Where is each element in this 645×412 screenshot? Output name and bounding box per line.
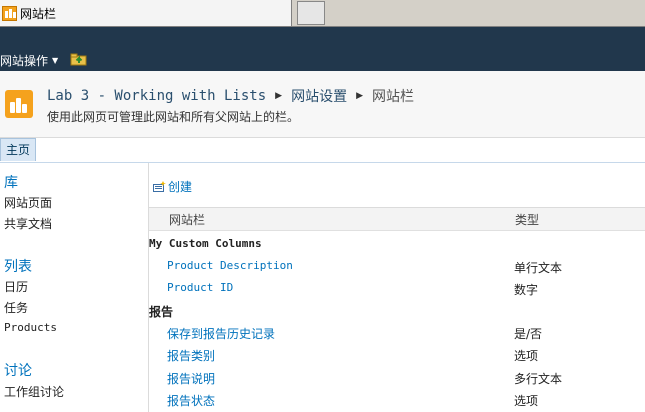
column-type: 选项 <box>514 394 539 408</box>
ql-item-team-discussion[interactable]: 工作组讨论 <box>4 383 64 400</box>
column-link[interactable]: Product ID <box>167 281 233 294</box>
column-type: 选项 <box>514 349 539 363</box>
column-link[interactable]: Product Description <box>167 259 293 272</box>
column-header-type[interactable]: 类型 <box>515 211 539 228</box>
breadcrumb-site-settings-link[interactable]: 网站设置 <box>291 86 347 106</box>
column-link[interactable]: 报告说明 <box>167 370 215 387</box>
group-header: My Custom Columns <box>149 237 262 250</box>
main-content: 创建 网站栏 类型 My Custom Columns Product Desc… <box>149 163 645 412</box>
column-header-site-column[interactable]: 网站栏 <box>169 211 205 228</box>
ql-heading-lists[interactable]: 列表 <box>4 256 32 276</box>
top-navigation: 主页 <box>0 138 645 163</box>
navigate-up-icon[interactable] <box>70 52 88 66</box>
caret-down-icon: ▼ <box>52 56 59 65</box>
table-row: Product Description 单行文本 <box>149 259 645 279</box>
column-type: 单行文本 <box>514 261 563 275</box>
create-label: 创建 <box>168 180 193 194</box>
table-row: 报告类别 选项 <box>149 347 645 367</box>
create-button[interactable]: 创建 <box>153 178 192 195</box>
ql-heading-discussions[interactable]: 讨论 <box>4 360 32 380</box>
group-header: 报告 <box>149 305 174 319</box>
ql-item-site-pages[interactable]: 网站页面 <box>4 194 52 211</box>
ql-item-shared-documents[interactable]: 共享文档 <box>4 215 52 232</box>
site-actions-label: 网站操作 <box>0 54 49 68</box>
page-description: 使用此网页可管理此网站和所有父网站上的栏。 <box>47 110 300 124</box>
browser-tab-title: 网站栏 <box>20 6 57 21</box>
column-type: 多行文本 <box>514 372 563 386</box>
column-link[interactable]: 报告状态 <box>167 392 215 409</box>
new-item-icon <box>153 181 166 192</box>
breadcrumb-current-page: 网站栏 <box>372 89 414 105</box>
new-tab-button[interactable] <box>297 1 325 25</box>
quick-launch: 库 网站页面 共享文档 列表 日历 任务 Products 讨论 工作组讨论 <box>0 163 149 412</box>
table-row: 保存到报告历史记录 是/否 <box>149 325 645 345</box>
column-link[interactable]: 报告类别 <box>167 347 215 364</box>
ql-item-calendar[interactable]: 日历 <box>4 278 28 295</box>
ql-item-tasks[interactable]: 任务 <box>4 299 28 316</box>
column-type: 是/否 <box>514 327 543 341</box>
ql-item-products[interactable]: Products <box>4 321 57 334</box>
breadcrumb: Lab 3 - Working with Lists ▶ 网站设置 ▶ 网站栏 <box>47 86 414 106</box>
ql-heading-libraries[interactable]: 库 <box>4 172 18 192</box>
browser-tab-strip: 网站栏 <box>0 0 645 27</box>
site-logo-icon <box>5 90 33 118</box>
browser-tab[interactable]: 网站栏 <box>0 0 292 26</box>
toolbar: 创建 <box>149 163 645 208</box>
breadcrumb-site-link[interactable]: Lab 3 - Working with Lists <box>47 88 266 104</box>
tab-home[interactable]: 主页 <box>0 138 37 161</box>
ribbon-bar: 网站操作 ▼ <box>0 27 645 71</box>
column-type: 数字 <box>514 283 539 297</box>
column-link[interactable]: 保存到报告历史记录 <box>167 325 275 342</box>
table-row: Product ID 数字 <box>149 281 645 301</box>
favicon-icon <box>2 5 17 21</box>
breadcrumb-arrow-icon: ▶ <box>275 91 283 101</box>
table-row: 报告状态 选项 <box>149 392 645 412</box>
site-actions-menu[interactable]: 网站操作 ▼ <box>0 52 58 69</box>
breadcrumb-arrow-icon: ▶ <box>356 91 363 101</box>
table-row: 报告说明 多行文本 <box>149 370 645 390</box>
column-header-row: 网站栏 类型 <box>149 208 645 231</box>
title-area: Lab 3 - Working with Lists ▶ 网站设置 ▶ 网站栏 … <box>0 71 645 138</box>
